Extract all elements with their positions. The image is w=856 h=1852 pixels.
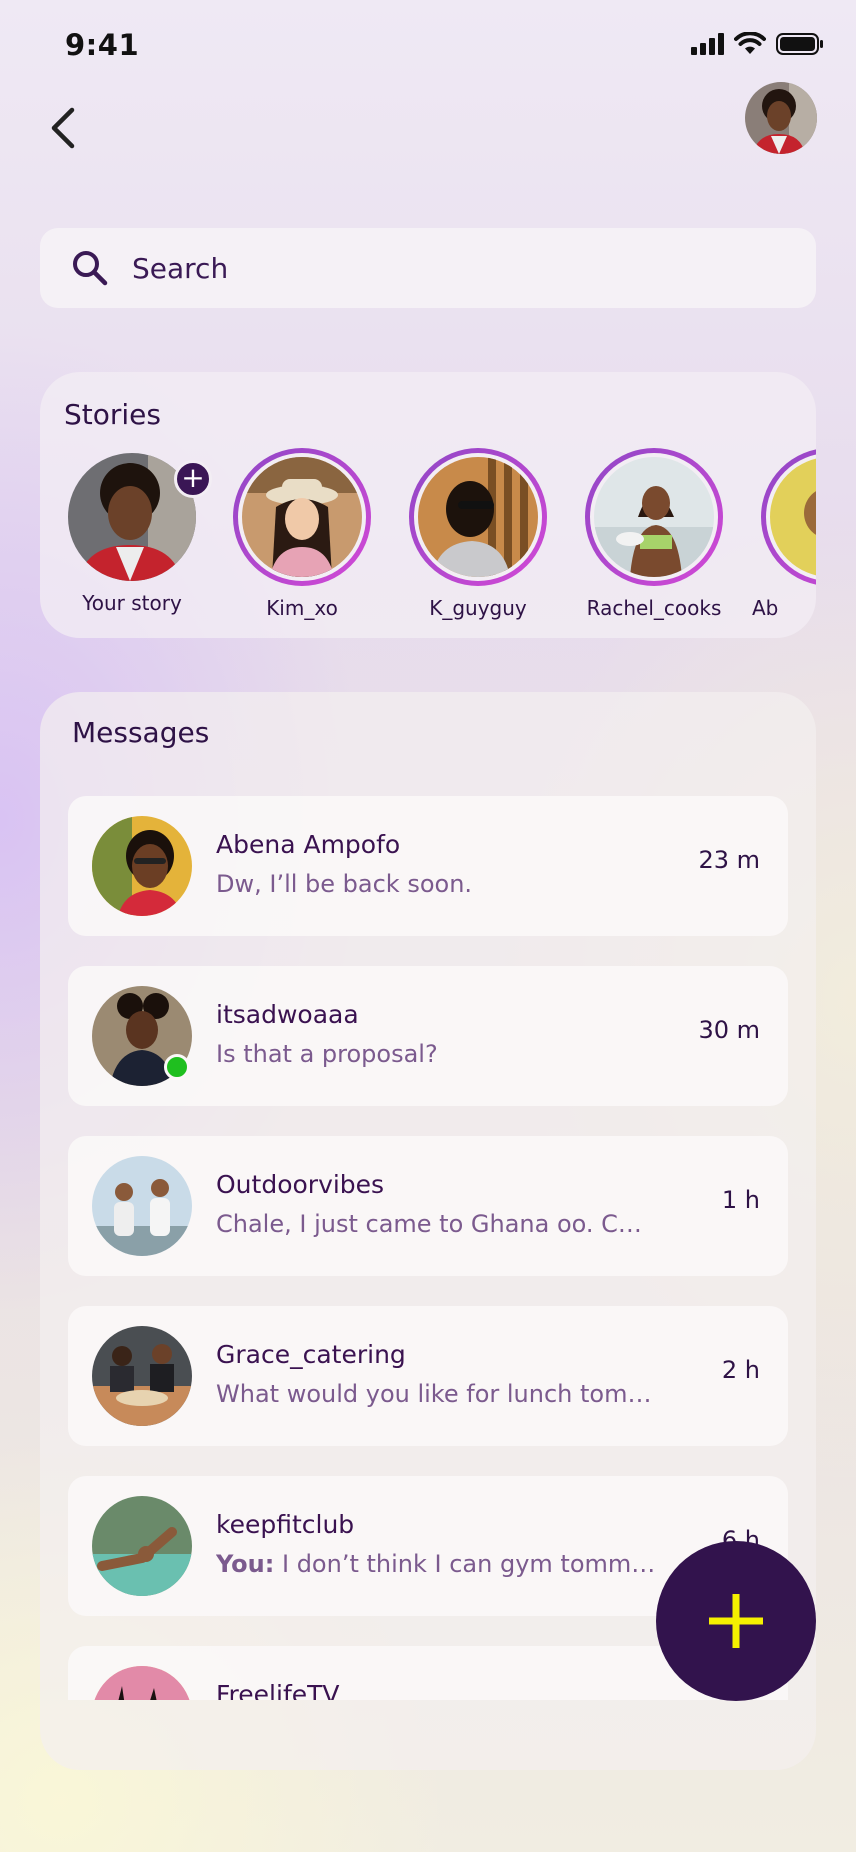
- plus-icon: +: [181, 461, 205, 494]
- story-k-guyguy[interactable]: K_guyguy: [398, 448, 558, 620]
- status-icons: [691, 32, 824, 56]
- story-avatar: [770, 457, 816, 577]
- search-icon: [73, 251, 108, 286]
- add-story-button[interactable]: +: [174, 460, 212, 498]
- search-bar[interactable]: [40, 228, 816, 308]
- contact-name: FreelifeTV: [216, 1680, 340, 1700]
- new-message-button[interactable]: [656, 1541, 816, 1701]
- cellular-signal-icon: [691, 33, 724, 55]
- message-row[interactable]: Abena Ampofo Dw, I’ll be back soon. 23 m: [68, 796, 788, 936]
- contact-name: itsadwoaaa: [216, 1000, 359, 1029]
- profile-avatar[interactable]: [745, 82, 817, 154]
- message-sender-prefix: You:: [216, 1550, 275, 1578]
- message-row[interactable]: itsadwoaaa Is that a proposal? 30 m: [68, 966, 788, 1106]
- message-preview: Dw, I’ll be back soon.: [216, 870, 473, 898]
- search-input[interactable]: [132, 251, 732, 285]
- message-time: 30 m: [698, 1016, 760, 1044]
- contact-name: Abena Ampofo: [216, 830, 401, 859]
- story-partial[interactable]: Ab: [750, 448, 816, 620]
- contact-name: keepfitclub: [216, 1510, 355, 1539]
- message-preview: What would you like for lunch tomo...: [216, 1380, 656, 1408]
- story-label: Rachel_cooks: [586, 596, 722, 620]
- plus-icon: [709, 1594, 763, 1648]
- message-time: 1 h: [721, 1186, 760, 1214]
- story-rachel-cooks[interactable]: Rachel_cooks: [574, 448, 734, 620]
- message-preview: Chale, I just came to Ghana oo. Can...: [216, 1210, 656, 1238]
- status-time: 9:41: [65, 28, 140, 62]
- story-avatar: [242, 457, 362, 577]
- story-label: Ab: [752, 596, 779, 620]
- avatar: [92, 1326, 192, 1426]
- online-indicator: [164, 1054, 190, 1080]
- back-button[interactable]: [42, 100, 86, 156]
- chevron-left-icon: [51, 107, 75, 149]
- messages-title: Messages: [72, 716, 210, 749]
- story-label: Your story: [82, 591, 182, 615]
- avatar: [92, 1156, 192, 1256]
- message-row[interactable]: Grace_catering What would you like for l…: [68, 1306, 788, 1446]
- contact-name: Outdoorvibes: [216, 1170, 385, 1199]
- avatar: [92, 1496, 192, 1596]
- story-avatar: [418, 457, 538, 577]
- avatar: [92, 1666, 192, 1700]
- stories-title: Stories: [64, 398, 161, 431]
- wifi-icon: [734, 32, 766, 54]
- message-time: 23 m: [698, 846, 760, 874]
- message-row[interactable]: Outdoorvibes Chale, I just came to Ghana…: [68, 1136, 788, 1276]
- message-preview: Is that a proposal?: [216, 1040, 438, 1068]
- contact-name: Grace_catering: [216, 1340, 406, 1369]
- story-label: Kim_xo: [266, 596, 338, 620]
- message-text: I don’t think I can gym tommor...: [274, 1550, 656, 1578]
- message-time: 2 h: [721, 1356, 760, 1384]
- story-kim-xo[interactable]: Kim_xo: [222, 448, 382, 620]
- story-label: K_guyguy: [429, 596, 527, 620]
- story-avatar: [594, 457, 714, 577]
- battery-icon: [776, 33, 823, 55]
- stories-section: Stories Your story + Kim_xo K_guyguy Rac…: [40, 372, 816, 638]
- message-preview: You: I don’t think I can gym tommor...: [216, 1550, 656, 1578]
- avatar: [92, 816, 192, 916]
